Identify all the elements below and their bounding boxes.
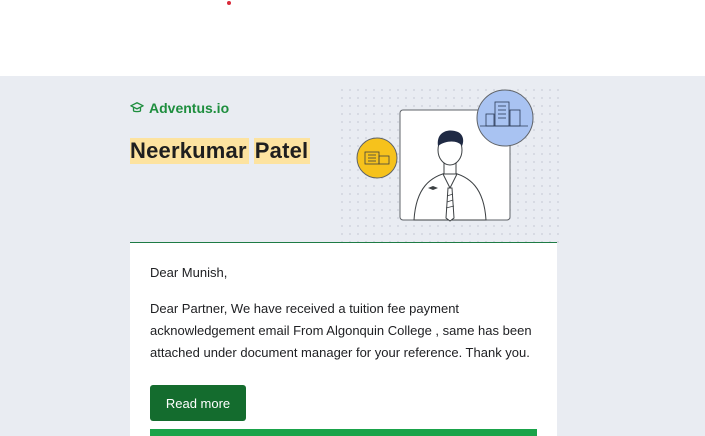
- email-greeting: Dear Munish,: [150, 265, 228, 280]
- brand-name: Adventus.io: [149, 100, 230, 116]
- top-blank-area: [0, 0, 705, 76]
- graduation-cap-icon: [130, 102, 144, 113]
- recipient-name: Neerkumar Patel: [130, 138, 311, 164]
- recipient-first-name: Neerkumar: [130, 138, 249, 164]
- brand-logo[interactable]: Adventus.io: [130, 100, 229, 116]
- red-dot-marker: [227, 1, 231, 5]
- recipient-last-name: Patel: [253, 138, 311, 164]
- footer-accent-bar: [150, 429, 537, 436]
- student-illustration: [340, 88, 560, 244]
- email-header: Adventus.io Neerkumar Patel: [130, 76, 560, 244]
- email-body-text: Dear Partner, We have received a tuition…: [150, 301, 532, 360]
- email-body-card: Dear Munish, Dear Partner, We have recei…: [130, 243, 557, 436]
- read-more-button[interactable]: Read more: [150, 385, 246, 421]
